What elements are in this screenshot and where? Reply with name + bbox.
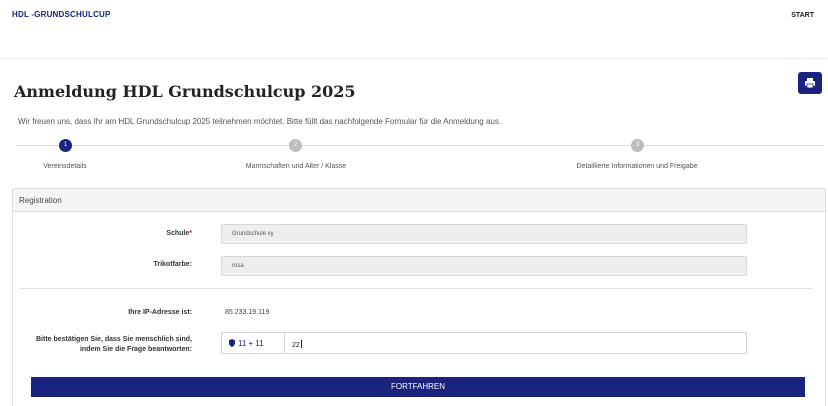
progress-stepper: 1 Vereinsdetails 2 Mannschaften und Alte… [0, 137, 828, 181]
captcha-answer-text: 22 [292, 342, 300, 349]
stepper-line [16, 145, 824, 146]
brand-link[interactable]: HDL -GRUNDSCHULCUP [12, 10, 111, 19]
captcha-answer-input[interactable]: 22 [284, 332, 747, 354]
schule-label: Schule* [166, 230, 192, 237]
shield-icon [229, 339, 235, 347]
captcha-question-box: 11 + 11 [221, 332, 284, 354]
captcha-answer-value: 22 [292, 340, 302, 349]
step-1-circle[interactable]: 1 [59, 139, 72, 152]
step-2-label: Mannschaften und Alter / Klasse [245, 163, 347, 170]
intro-text: Wir freuen uns, dass Ihr am HDL Grundsch… [18, 117, 502, 126]
ip-label: Ihre IP-Adresse ist: [128, 309, 192, 316]
registration-panel: Registration [12, 188, 826, 406]
form-divider [20, 288, 812, 289]
panel-title: Registration [19, 196, 62, 205]
schule-label-text: Schule [166, 230, 190, 237]
panel-header: Registration [13, 189, 825, 212]
step-1-label: Vereinsdetails [43, 163, 87, 170]
trikotfarbe-input[interactable]: rosa [221, 256, 747, 276]
captcha-label-line2: indem Sie die Frage beantworten: [79, 346, 192, 353]
text-caret [300, 340, 302, 348]
schule-input-value: Grundschule xy [232, 231, 274, 237]
trikotfarbe-label: Trikotfarbe: [153, 261, 192, 268]
start-link[interactable]: START [791, 12, 814, 19]
step-2-circle[interactable]: 2 [289, 139, 302, 152]
step-3-label: Detaillierte Informationen und Freigabe [576, 163, 698, 170]
required-marker: * [189, 230, 192, 237]
captcha-label-line1: Bitte bestätigen Sie, dass Sie menschlic… [36, 336, 192, 343]
step-3-circle[interactable]: 3 [631, 139, 644, 152]
print-button[interactable] [798, 72, 822, 94]
continue-button[interactable]: FORTFAHREN [31, 377, 805, 397]
ip-value: 85.233.19.119 [225, 309, 270, 316]
page-title: Anmeldung HDL Grundschulcup 2025 [14, 82, 356, 101]
trikotfarbe-input-value: rosa [232, 263, 244, 269]
schule-input[interactable]: Grundschule xy [221, 224, 747, 244]
captcha-question: 11 + 11 [238, 339, 264, 348]
print-icon [805, 78, 815, 89]
top-navbar: HDL -GRUNDSCHULCUP START [0, 0, 828, 59]
